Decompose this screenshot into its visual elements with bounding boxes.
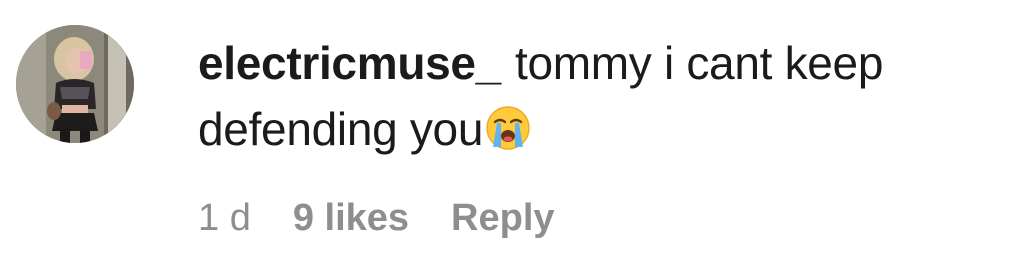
avatar-photo: [16, 25, 134, 143]
comment: electricmuse_ tommy i cant keep defending…: [0, 0, 1024, 270]
comment-likes-count[interactable]: 9 likes: [293, 197, 409, 239]
comment-meta: 1 d 9 likes Reply: [198, 192, 597, 244]
comment-timestamp: 1 d: [198, 197, 251, 239]
comment-content: electricmuse_ tommy i cant keep defending…: [198, 30, 1008, 162]
avatar[interactable]: [16, 25, 134, 143]
loudly-crying-face-icon: [485, 102, 531, 150]
reply-button[interactable]: Reply: [451, 197, 554, 239]
comment-text-block: electricmuse_ tommy i cant keep defending…: [198, 30, 1008, 162]
comment-username[interactable]: electricmuse_: [198, 37, 501, 89]
